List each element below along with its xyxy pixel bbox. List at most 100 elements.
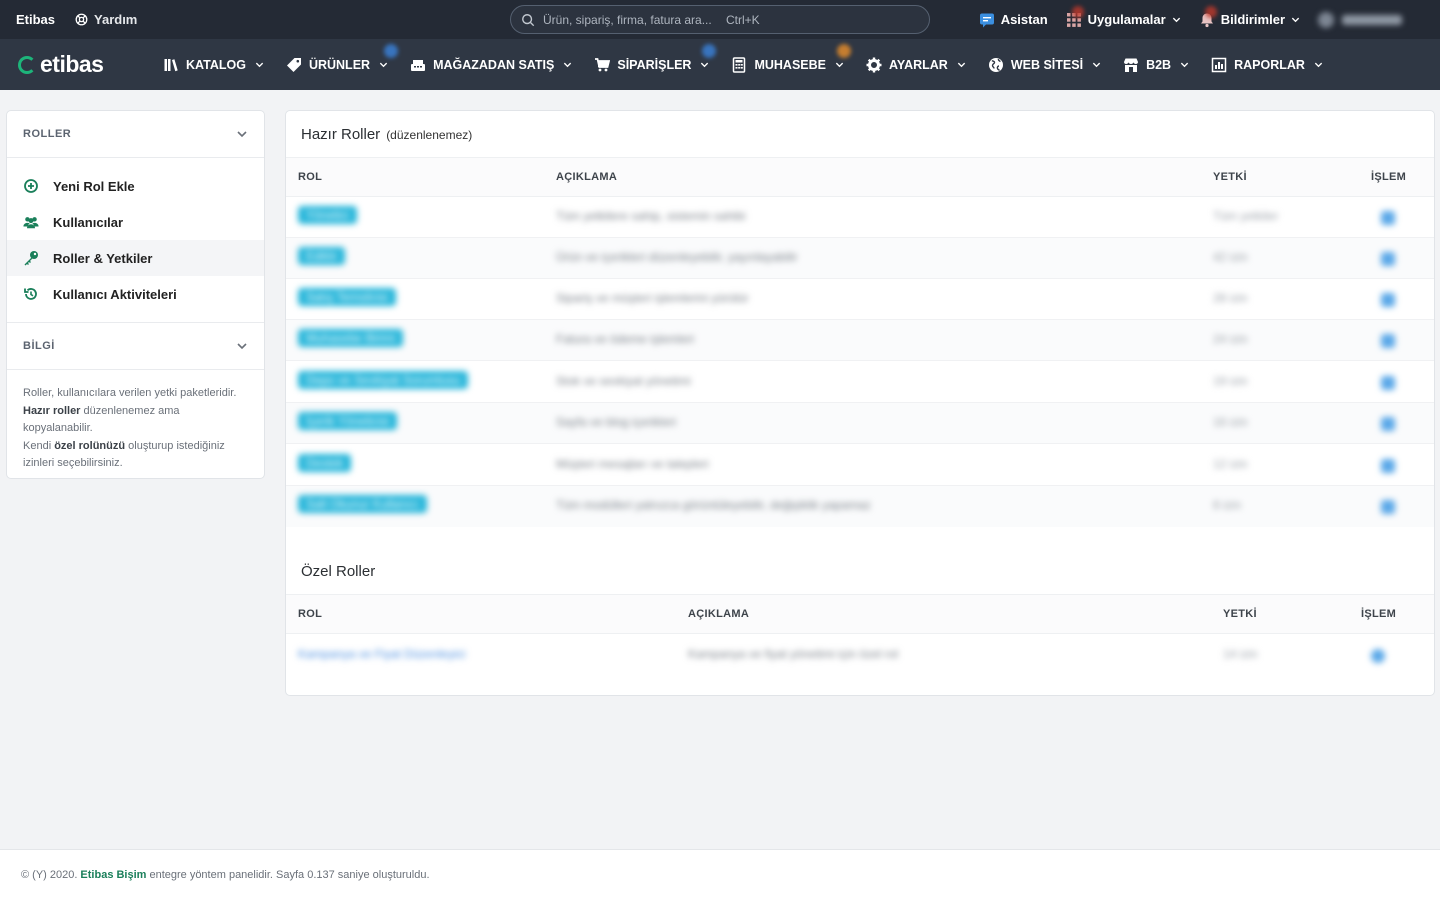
help-label: Yardım	[94, 12, 138, 27]
table-row: Destek Müşteri mesajları ve talepleri 12…	[286, 445, 1434, 486]
table-row: Depo ve Sevkiyat Sorumlusu Stok ve sevki…	[286, 362, 1434, 403]
role-description: Sayfa ve blog içerikleri	[556, 415, 677, 429]
info-text: Roller, kullanıcılara verilen yetki pake…	[7, 370, 264, 488]
nav-ayarlar[interactable]: AYARLAR	[866, 39, 966, 90]
user-name-redacted	[1342, 14, 1402, 25]
nav-b2b-label: B2B	[1146, 57, 1172, 72]
copy-role-button[interactable]	[1381, 211, 1395, 225]
role-permission-count: Tüm yetkiler	[1213, 209, 1279, 223]
copy-role-button[interactable]	[1381, 334, 1395, 348]
nav-siparisler[interactable]: SİPARİŞLER	[594, 39, 717, 90]
role-description: Stok ve sevkiyat yönetimi	[556, 374, 691, 388]
table-row: İçerik Yöneticisi Sayfa ve blog içerikle…	[286, 403, 1434, 444]
footer: © (Y) 2020. Etibas Bişim entegre yöntem …	[0, 849, 1440, 900]
copy-role-button[interactable]	[1381, 500, 1395, 514]
sidebar-item-user-activities[interactable]: Kullanıcı Aktiviteleri	[7, 276, 264, 312]
info-section-title: BİLGİ	[23, 340, 55, 352]
role-description: Ürün ve içerikleri düzenleyebilir, yayın…	[556, 250, 798, 264]
apps-menu[interactable]: Uygulamalar	[1066, 5, 1181, 28]
help-link[interactable]: Yardım	[75, 12, 137, 27]
main-navbar: etibas KATALOG ÜRÜNLER MAĞAZADAN SATIŞ S…	[0, 39, 1440, 90]
notifications-label: Bildirimler	[1220, 12, 1285, 27]
brand-name[interactable]: Etibas	[16, 12, 55, 27]
globe-icon	[988, 57, 1003, 72]
copy-role-button[interactable]	[1381, 252, 1395, 266]
nav-muhasebe-label: MUHASEBE	[754, 57, 826, 72]
chevron-down-icon	[701, 62, 709, 68]
nav-muhasebe-badge	[837, 44, 852, 58]
role-name[interactable]: Depo ve Sevkiyat Sorumlusu	[298, 371, 469, 389]
copy-role-button[interactable]	[1381, 376, 1395, 390]
nav-web-sitesi[interactable]: WEB SİTESİ	[988, 39, 1101, 90]
chevron-down-icon	[835, 62, 844, 68]
info-bold-1: Hazır roller	[23, 404, 81, 417]
custom-role-name[interactable]: Kampanya ve Fiyat Düzenleyici	[298, 647, 465, 661]
table-row: Satış Temsilcisi Sipariş ve müşteri işle…	[286, 279, 1434, 320]
ready-roles-title: Hazır Roller (düzenlenemez)	[301, 126, 472, 143]
column-header-permission: YETKİ	[1213, 171, 1247, 183]
role-name[interactable]: Editör	[298, 247, 346, 265]
sidebar-item-users[interactable]: Kullanıcılar	[7, 204, 264, 240]
sidebar: ROLLER Yeni Rol Ekle Kullanıcılar Roller…	[6, 110, 265, 479]
search-box[interactable]: Ctrl+K	[510, 5, 930, 34]
role-description: Tüm modülleri yalnızca görüntüleyebilir,…	[556, 498, 871, 512]
role-description: Müşteri mesajları ve talepleri	[556, 457, 709, 471]
column-header-action: İŞLEM	[1371, 171, 1407, 183]
ready-roles-subtitle: (düzenlenemez)	[386, 128, 473, 142]
avatar	[1318, 11, 1334, 28]
role-name[interactable]: Salt Okunur Kullanıcı	[298, 495, 427, 513]
table-row: Editör Ürün ve içerikleri düzenleyebilir…	[286, 238, 1434, 279]
nav-magazadan-satis[interactable]: MAĞAZADAN SATIŞ	[410, 39, 572, 90]
table-row: Muhasebe Birimi Fatura ve ödeme işlemler…	[286, 320, 1434, 361]
sidebar-item-roles-permissions[interactable]: Roller & Yetkiler	[7, 240, 264, 276]
column-header-description: AÇIKLAMA	[556, 171, 618, 183]
role-name[interactable]: Yönetici	[298, 206, 357, 224]
gear-icon	[866, 57, 882, 72]
logo[interactable]: etibas	[18, 51, 148, 78]
report-icon	[1211, 57, 1227, 72]
nav-urunler[interactable]: ÜRÜNLER	[286, 39, 398, 90]
role-name[interactable]: Muhasebe Birimi	[298, 329, 404, 347]
edit-role-button[interactable]	[1371, 649, 1385, 663]
copy-role-button[interactable]	[1381, 417, 1395, 431]
copy-role-button[interactable]	[1381, 459, 1395, 473]
key-icon	[24, 251, 38, 266]
footer-info: entegre yöntem panelidir. Sayfa 0.137 sa…	[149, 869, 430, 881]
users-icon	[23, 217, 39, 229]
nav-raporlar-label: RAPORLAR	[1234, 57, 1305, 72]
role-name[interactable]: Destek	[298, 454, 352, 472]
search-input[interactable]	[543, 12, 718, 27]
chevron-down-icon	[957, 62, 965, 68]
table-row: Yönetici Tüm yetkilere sahip, sistemin s…	[286, 197, 1434, 238]
role-description: Sipariş ve müşteri işlemlerini yürütür	[556, 291, 749, 305]
notifications-menu[interactable]: Bildirimler	[1199, 5, 1300, 28]
sidebar-item-new-role[interactable]: Yeni Rol Ekle	[7, 168, 264, 204]
notifications-badge	[1204, 5, 1217, 18]
sidebar-item-label: Yeni Rol Ekle	[53, 178, 135, 194]
nav-muhasebe[interactable]: MUHASEBE	[731, 39, 852, 90]
user-menu[interactable]	[1318, 11, 1428, 28]
role-permission-count: 12 izin	[1213, 457, 1248, 471]
role-permission-count: 42 izin	[1213, 250, 1248, 264]
assistant-button[interactable]: Asistan	[979, 12, 1048, 28]
roles-section-toggle[interactable]: ROLLER	[7, 111, 264, 158]
ready-roles-heading: Hazır Roller	[301, 126, 381, 143]
chat-bubble-icon	[979, 13, 994, 27]
apps-badge	[1071, 5, 1084, 18]
footer-brand-link[interactable]: Etibas Bişim	[80, 869, 146, 881]
role-name[interactable]: Satış Temsilcisi	[298, 288, 396, 306]
role-name[interactable]: İçerik Yöneticisi	[298, 412, 398, 430]
role-permission-count: 16 izin	[1213, 415, 1248, 429]
copy-role-button[interactable]	[1381, 293, 1395, 307]
chevron-down-icon	[1092, 62, 1101, 68]
column-header-action: İŞLEM	[1361, 608, 1397, 620]
chevron-down-icon	[1180, 62, 1189, 68]
nav-b2b[interactable]: B2B	[1123, 39, 1189, 90]
chevron-down-icon	[237, 343, 247, 350]
chevron-down-icon	[237, 131, 247, 138]
chevron-down-icon	[1291, 17, 1300, 23]
nav-katalog[interactable]: KATALOG	[163, 39, 264, 90]
info-section-toggle[interactable]: BİLGİ	[7, 323, 264, 370]
role-permission-count: 24 izin	[1213, 332, 1248, 346]
nav-raporlar[interactable]: RAPORLAR	[1211, 39, 1323, 90]
